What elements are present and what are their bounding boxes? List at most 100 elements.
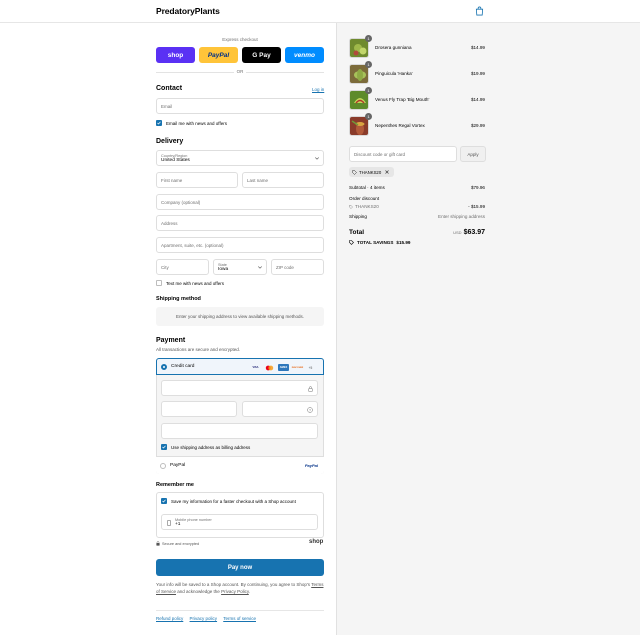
discount-placeholder: Discount code or gift card: [354, 151, 406, 157]
country-value: United States: [161, 157, 190, 163]
save-info-checkbox[interactable]: [161, 498, 167, 504]
item-price: $14.99: [470, 45, 485, 50]
security-code-field[interactable]: ?: [242, 401, 318, 417]
currency-label: USD: [453, 230, 462, 235]
paypal-radio[interactable]: [160, 463, 166, 469]
quantity-badge: 1: [365, 113, 372, 120]
order-discount-label: Order discount: [349, 196, 380, 201]
state-select[interactable]: State Iowa: [213, 259, 267, 275]
address-field[interactable]: Address: [156, 215, 324, 231]
legal-mid: and acknowledge the: [177, 588, 220, 594]
email-field[interactable]: Email: [156, 98, 324, 114]
credit-card-label: Credit card: [171, 364, 195, 369]
total-savings-row: TOTAL SAVINGS $15.99: [349, 240, 410, 245]
check-icon: [162, 445, 166, 449]
apply-button[interactable]: Apply: [460, 146, 486, 162]
total-savings-value: $15.99: [396, 240, 411, 245]
brand-logo[interactable]: PredatoryPlants: [156, 6, 220, 16]
discount-code-label: THANKS20: [359, 169, 382, 175]
chevron-down-icon: [258, 266, 262, 269]
total-label: Total: [349, 229, 365, 236]
terms-of-service-link[interactable]: Terms of service: [223, 616, 256, 621]
close-icon[interactable]: [385, 170, 389, 174]
shop-pay-button[interactable]: shop: [156, 47, 195, 63]
privacy-policy-link[interactable]: Privacy policy: [190, 616, 218, 621]
google-pay-button[interactable]: G Pay: [242, 47, 281, 63]
zip-field[interactable]: ZIP code: [271, 259, 324, 275]
first-name-field[interactable]: First name: [156, 172, 238, 188]
address-placeholder: Address: [161, 220, 178, 226]
shop-privacy-link[interactable]: Privacy Policy: [221, 589, 249, 594]
chevron-down-icon: [315, 157, 319, 160]
subtotal-value: $79.96: [470, 185, 485, 190]
last-name-field[interactable]: Last name: [242, 172, 324, 188]
state-value: Iowa: [218, 266, 229, 272]
delivery-title: Delivery: [156, 138, 184, 145]
apartment-placeholder: Apartment, suite, etc. (optional): [161, 242, 224, 248]
name-on-card-field[interactable]: [161, 423, 318, 439]
text-me-checkbox[interactable]: [156, 280, 162, 286]
item-name: Pinguicula 'Hanka': [375, 71, 413, 76]
city-placeholder: City: [161, 264, 169, 270]
lock-icon: [156, 541, 160, 546]
text-me-label: Text me with news and offers: [166, 281, 224, 286]
footer-divider: [156, 610, 324, 611]
phone-label: Mobile phone number: [175, 517, 212, 522]
or-divider-label: OR: [234, 69, 246, 74]
quantity-badge: 1: [365, 61, 372, 68]
total-value: $63.97: [463, 229, 485, 236]
city-field[interactable]: City: [156, 259, 209, 275]
tag-icon: [352, 169, 357, 175]
payment-title: Payment: [156, 337, 186, 344]
cart-item: 1 Venus Fly Trap 'Big Mouth' $14.99: [349, 87, 485, 110]
phone-value: +1: [175, 521, 181, 527]
item-price: $19.99: [470, 71, 485, 76]
shipping-method-title: Shipping method: [156, 296, 201, 302]
phone-icon: [167, 520, 171, 526]
check-icon: [157, 121, 161, 125]
express-checkout-label: Express checkout: [222, 37, 258, 42]
payment-subtitle: All transactions are secure and encrypte…: [156, 347, 241, 352]
tag-icon: [349, 240, 354, 245]
country-select[interactable]: Country/Region United States: [156, 150, 324, 166]
apartment-field[interactable]: Apartment, suite, etc. (optional): [156, 237, 324, 253]
mastercard-icon: [264, 364, 275, 371]
discount-detail-row: THANKS20 - $15.99: [349, 204, 485, 209]
billing-same-label: Use shipping address as billing address: [171, 445, 251, 450]
venmo-button[interactable]: venmo: [285, 47, 324, 63]
card-number-field[interactable]: [161, 380, 318, 396]
pay-now-button[interactable]: Pay now: [156, 559, 324, 576]
subtotal-label: Subtotal · 4 items: [349, 185, 385, 190]
paypal-button[interactable]: PayPal: [199, 47, 238, 63]
help-icon[interactable]: ?: [307, 407, 313, 413]
item-price: $14.99: [470, 97, 485, 102]
total-savings-label: TOTAL SAVINGS: [357, 240, 394, 245]
order-summary-panel: [336, 23, 640, 635]
email-placeholder: Email: [161, 103, 173, 109]
first-name-placeholder: First name: [161, 177, 183, 183]
subtotal-row: Subtotal · 4 items $79.96: [349, 185, 485, 190]
refund-policy-link[interactable]: Refund policy: [156, 616, 183, 621]
billing-same-checkbox[interactable]: [161, 444, 167, 450]
paypal-option[interactable]: PayPal PayPal: [156, 456, 324, 474]
lock-icon: [308, 386, 313, 392]
zip-placeholder: ZIP code: [276, 264, 294, 270]
contact-title: Contact: [156, 85, 183, 92]
order-discount-row: Order discount: [349, 196, 485, 201]
company-field[interactable]: Company (optional): [156, 194, 324, 210]
paypal-label: PayPal: [170, 463, 186, 468]
expiration-field[interactable]: [161, 401, 237, 417]
secure-text: Secure and encrypted: [162, 541, 200, 546]
credit-card-radio[interactable]: [161, 364, 167, 370]
shopping-bag-icon[interactable]: [475, 6, 484, 16]
legal-line: Your info will be saved to a Shop accoun…: [156, 582, 311, 587]
discount-code-input[interactable]: Discount code or gift card: [349, 146, 457, 162]
save-info-label: Save my information for a faster checkou…: [171, 499, 296, 504]
company-placeholder: Company (optional): [161, 199, 201, 205]
newsletter-checkbox[interactable]: [156, 120, 162, 126]
shipping-value: Enter shipping address: [438, 214, 485, 219]
phone-field[interactable]: Mobile phone number +1: [161, 514, 318, 530]
credit-card-option[interactable]: Credit card VISA AMEX DISCOVER +5: [156, 358, 324, 375]
login-link[interactable]: Log in: [312, 87, 324, 92]
discount-amount: - $15.99: [468, 204, 485, 209]
